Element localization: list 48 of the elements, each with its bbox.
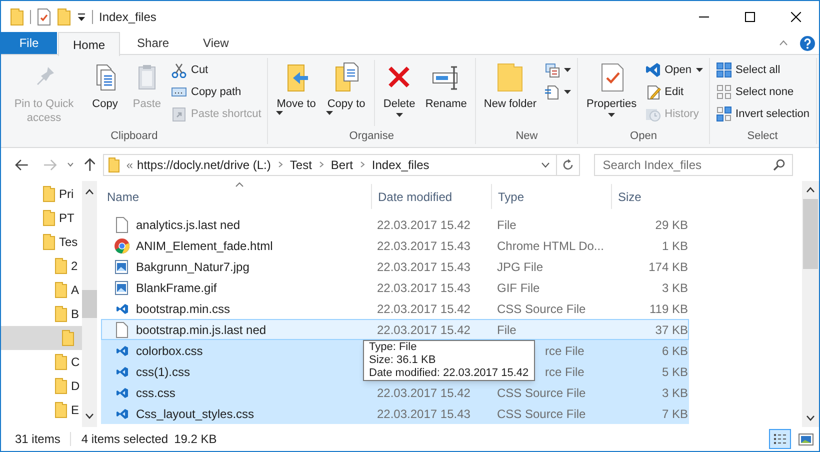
group-label: Clipboard <box>110 129 159 144</box>
date-cell: 22.03.2017 15.42 <box>377 386 470 400</box>
file-name: css.css <box>136 384 176 402</box>
group-label: New <box>514 129 539 144</box>
date-cell: 22.03.2017 15.42 <box>377 302 470 316</box>
group-label: Select <box>746 129 779 144</box>
type-cell: rce File <box>545 344 584 358</box>
file-name: bootstrap.min.css <box>136 300 230 318</box>
group-label: Open <box>629 129 658 144</box>
size-cell: 174 KB <box>648 260 688 274</box>
window-title: Index_files <box>99 8 156 26</box>
tooltip: Type: File Size: 36.1 KB Date modified: 22.03.2017 15.42 <box>363 340 535 381</box>
file-name: css(1).css <box>136 364 190 380</box>
size-cell: 5 KB <box>662 364 688 378</box>
size-cell: 3 KB <box>662 280 688 294</box>
type-cell: CSS Source File <box>497 386 586 400</box>
size-cell: 1 KB <box>662 238 688 252</box>
size-cell: 6 KB <box>662 344 688 358</box>
date-cell: 22.03.2017 15.43 <box>377 406 470 420</box>
size-cell: 119 KB <box>650 302 688 316</box>
date-cell: 22.03.2017 15.43 <box>377 260 470 274</box>
type-cell: JPG File <box>497 260 544 274</box>
type-cell: rce File <box>545 364 584 378</box>
selection-size: 19.2 KB <box>174 431 217 448</box>
date-cell: 22.03.2017 15.42 <box>377 218 470 232</box>
size-cell: 3 KB <box>662 386 688 400</box>
date-cell: 22.03.2017 15.42 <box>377 322 470 336</box>
file-name: ANIM_Element_fade.html <box>136 238 273 254</box>
file-name: colorbox.css <box>136 342 203 360</box>
type-cell: File <box>497 322 516 336</box>
file-name: bootstrap.min.js.last ned <box>136 322 266 338</box>
type-cell: GIF File <box>497 280 540 294</box>
item-count: 31 items <box>15 431 60 448</box>
file-name: Css_layout_styles.css <box>136 406 254 422</box>
selection-count: 4 items selected <box>81 431 168 448</box>
size-cell: 7 KB <box>662 406 688 420</box>
date-cell: 22.03.2017 15.43 <box>377 280 470 294</box>
type-cell: CSS Source File <box>497 406 586 420</box>
file-name: Bakgrunn_Natur7.jpg <box>136 258 250 276</box>
type-cell: CSS Source File <box>497 302 586 316</box>
date-cell: 22.03.2017 15.43 <box>377 238 470 252</box>
type-cell: File <box>497 218 516 232</box>
size-cell: 37 KB <box>655 322 688 336</box>
file-name: BlankFrame.gif <box>136 280 217 296</box>
file-name: analytics.js.last ned <box>136 216 240 234</box>
group-label: Organise <box>348 129 395 144</box>
size-cell: 29 KB <box>655 218 688 232</box>
type-cell: Chrome HTML Do... <box>497 238 604 252</box>
